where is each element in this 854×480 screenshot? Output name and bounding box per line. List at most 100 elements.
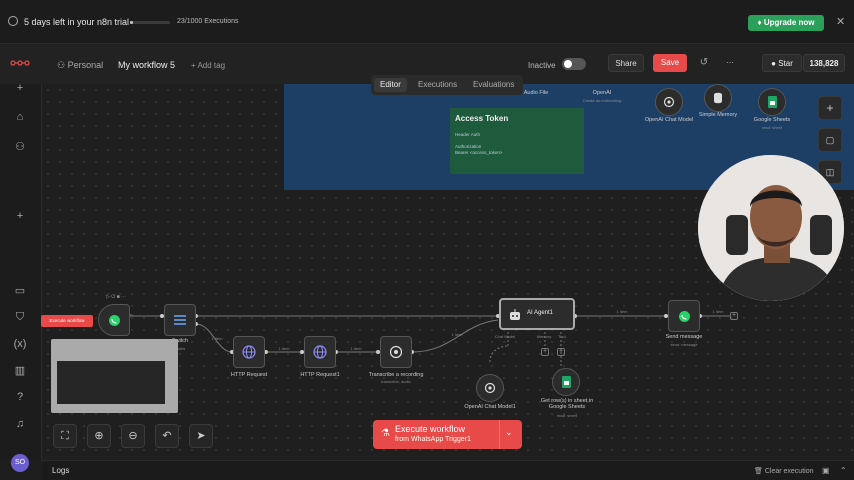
node-switch[interactable] [164,304,196,336]
more-icon[interactable]: ⋯ [722,54,738,72]
home-icon[interactable]: ⌂ [13,110,27,124]
fit-view-icon[interactable]: ⛶ [53,424,77,448]
node-get-rows[interactable] [552,368,580,396]
node-label-openai-chat-model1: OpenAI Chat Model1 [464,404,516,410]
save-button[interactable]: Save [653,54,687,72]
executions-progress-bar [130,21,170,24]
trial-banner: 5 days left in your n8n trial 23/1000 Ex… [0,0,854,44]
node-ai-agent[interactable]: AI Agent1 [499,298,575,330]
clear-execution-button[interactable]: 🗑 Clear execution [754,467,813,475]
node-send-message[interactable] [668,300,700,332]
add-node-icon[interactable]: + [818,96,842,120]
whatsapp-icon [99,305,129,335]
node-sub-send-message: send: message [670,342,698,347]
tab-editor[interactable]: Editor [374,78,407,92]
trial-text: 5 days left in your n8n trial [24,17,130,27]
workflow-status: Inactive [528,61,556,70]
share-button[interactable]: Share [608,54,644,72]
node-openai-chat-model1[interactable] [476,374,504,402]
add-icon[interactable]: + [13,81,27,95]
add-tool-button[interactable]: + [557,348,565,356]
presenter-video [698,155,844,301]
node-label-http-request: HTTP Request [230,372,268,378]
cursor-icon[interactable]: ➤ [189,424,213,448]
execute-label: Execute workflow [395,424,466,434]
tab-executions[interactable]: Executions [412,78,463,92]
upgrade-button[interactable]: ♦ Upgrade now [748,15,824,31]
left-sidebar: + ⌂ ⚇ + ▭ ⛉ (x) ▥ ? ♫ SO [0,81,42,472]
node-label-get-rows: Get row(s) in sheet in Google Sheets [540,398,594,410]
upgrade-label: Upgrade now [763,18,815,27]
node-toolbar-icons[interactable]: ▷ ⏻ ■ ⋯ [106,294,126,300]
edge-label: 1 item [451,332,463,337]
chevron-down-icon[interactable]: ⌄ [505,427,513,438]
expand-icon[interactable]: ▣ [822,466,830,475]
openai-icon [477,375,503,401]
robot-icon [510,309,520,320]
google-sheets-icon [553,369,579,395]
minimap[interactable] [51,339,178,413]
undo-icon[interactable]: ↶ [155,424,179,448]
view-tabs: Editor Executions Evaluations [371,75,523,95]
logs-title: Logs [52,466,70,475]
n8n-logo [10,60,30,66]
flask-icon: ⚗ [381,428,390,439]
project-label: Personal [67,60,104,70]
trash-icon: 🗑 [754,468,765,475]
bell-icon[interactable]: ♫ [13,417,27,431]
node-label-transcribe: Transcribe a recording [368,372,424,378]
github-star-button[interactable]: ● Star [762,54,802,72]
node-http-request[interactable] [233,336,265,368]
help-icon[interactable]: ? [13,390,27,404]
clock-icon [8,16,18,26]
active-toggle[interactable] [562,58,586,70]
user-icon[interactable]: ⚇ [13,140,27,154]
logs-panel[interactable]: Logs 🗑 Clear execution ▣ ⌃ [42,460,854,480]
node-whatsapp-trigger[interactable] [98,304,130,336]
github-icon: ● [771,59,776,68]
node-label-http-request1: HTTP Request1 [300,372,340,378]
variables-icon[interactable]: (x) [13,337,27,351]
star-count: 138,828 [803,54,845,72]
edge-label: 1 item [350,346,362,351]
whatsapp-icon [669,301,699,331]
sticky-icon[interactable]: ▢ [818,128,842,152]
insights-icon[interactable]: ▥ [13,364,27,378]
webcam-overlay [698,155,844,301]
add-project-icon[interactable]: + [13,209,27,223]
node-sub-get-rows: read: sheet [556,413,577,418]
edge-label: 1 item [278,346,290,351]
execute-workflow-button[interactable]: ⚗ Execute workflow from WhatsApp Trigger… [373,420,522,449]
execute-sub-label: from WhatsApp Trigger1 [395,436,471,443]
agent-handle-tool: Tool [558,334,566,339]
globe-icon [234,337,264,367]
shield-icon[interactable]: ⛉ [13,310,27,324]
edge-label: 1 item [616,309,628,314]
user-icon: ⚇ [57,60,68,70]
project-breadcrumb[interactable]: ⚇ Personal [57,60,103,71]
add-node-button[interactable]: + [730,312,738,320]
node-transcribe[interactable] [380,336,412,368]
collapse-icon[interactable]: ⌃ [840,466,847,475]
add-tag-link[interactable]: + Add tag [191,61,225,70]
star-label: Star [778,59,793,68]
avatar[interactable]: SO [11,454,29,472]
zoom-in-icon[interactable]: ⊕ [87,424,111,448]
tab-evaluations[interactable]: Evaluations [467,78,520,92]
execute-workflow-tag[interactable]: Execute workflow [41,315,93,327]
node-label-send-message: Send message [665,334,703,340]
add-memory-button[interactable]: + [541,348,549,356]
node-label-ai-agent: AI Agent1 [527,310,554,316]
close-icon[interactable]: ✕ [836,15,845,28]
executions-count: 23/1000 Executions [177,18,239,25]
openai-icon [381,337,411,367]
workflow-name[interactable]: My workflow 5 [118,60,175,70]
node-http-request1[interactable] [304,336,336,368]
switch-icon [165,305,195,335]
node-sub-transcribe: transcribe: audio [381,379,411,384]
history-icon[interactable]: ↺ [696,54,712,72]
globe-icon [305,337,335,367]
edge-chatmodel [489,345,509,363]
zoom-out-icon[interactable]: ⊖ [121,424,145,448]
templates-icon[interactable]: ▭ [13,284,27,298]
